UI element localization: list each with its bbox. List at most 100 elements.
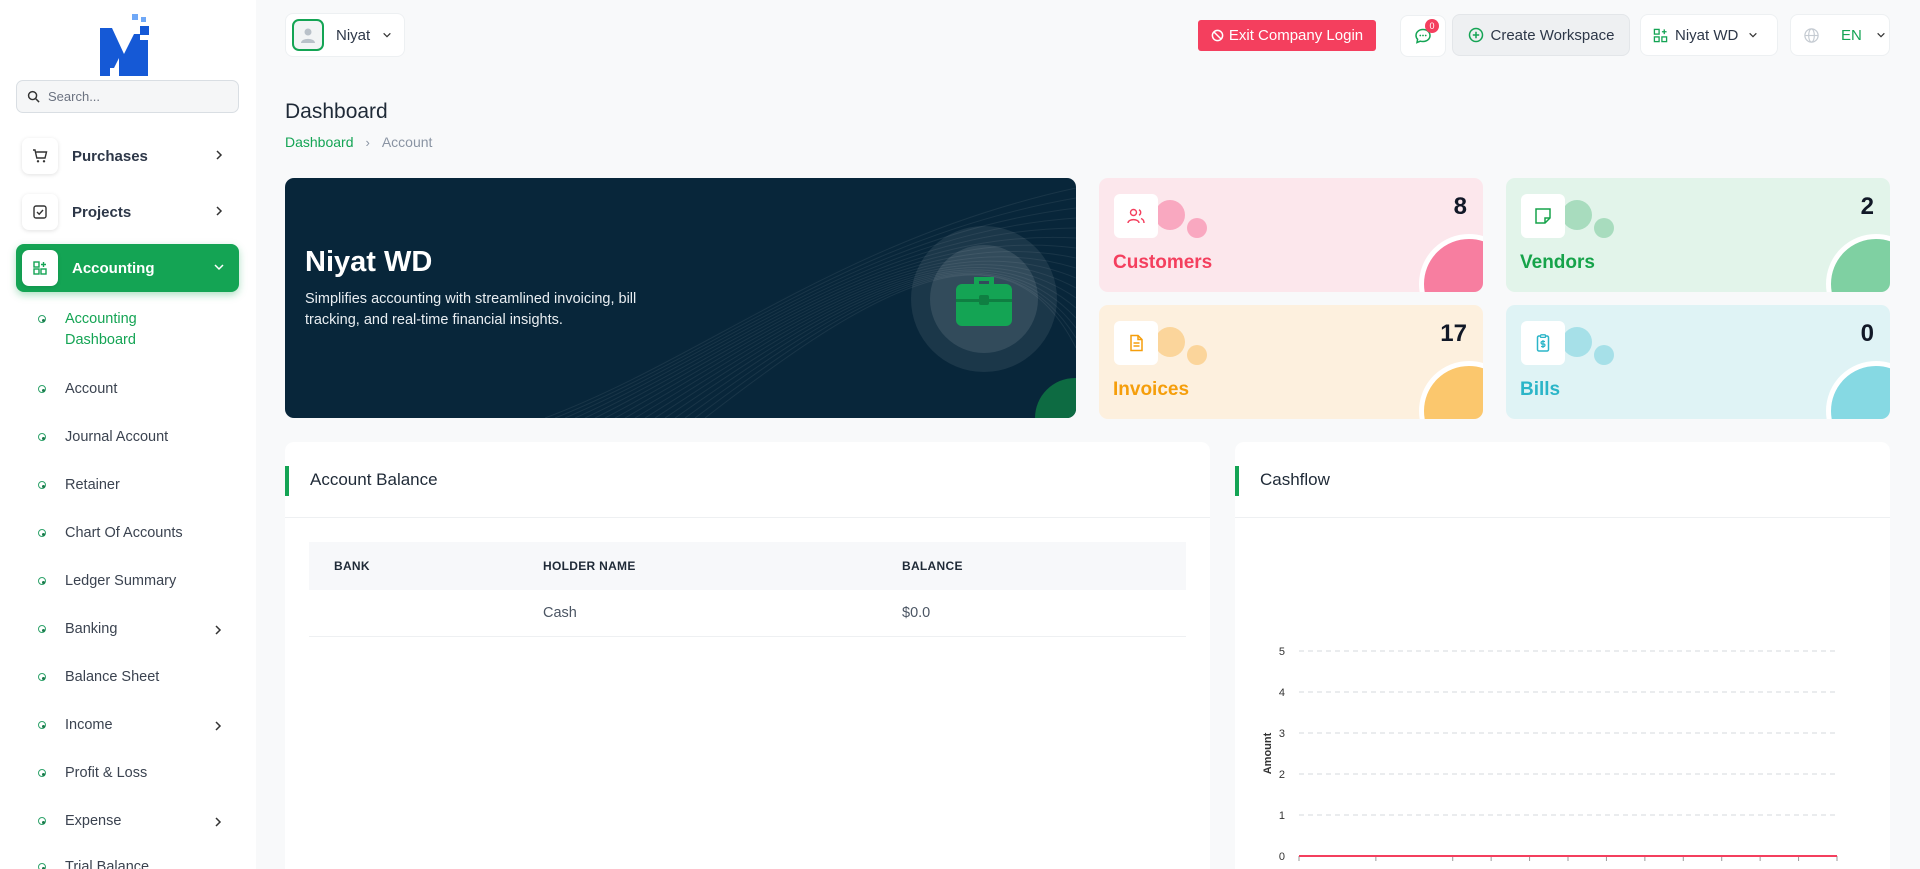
sidebar-item-purchases[interactable]: Purchases [16,132,239,180]
y-tick-label: 4 [1279,687,1285,699]
sidebar-subitem-ledger-summary[interactable]: Ledger Summary [38,572,238,592]
ban-icon [1211,29,1224,42]
sidebar-subitem-account[interactable]: Account [38,380,238,400]
table-row[interactable]: Cash $0.0 [309,590,1186,637]
decor-bubble [1594,218,1614,238]
account-balance-panel: Account Balance BANK HOLDER NAME BALANCE… [285,442,1210,869]
sidebar-subitem-label: Ledger Summary [65,573,177,589]
page-title: Dashboard [285,100,388,123]
cart-icon [22,138,58,174]
bullet-icon [38,817,46,825]
sidebar-subitem-expense[interactable]: Expense [38,812,238,832]
sidebar-subitem-label: Profit & Loss [65,765,148,781]
company-switcher[interactable]: Niyat WD [1640,14,1778,56]
breadcrumb: Dashboard › Account [285,134,432,150]
user-menu[interactable]: Niyat [285,13,405,57]
globe-icon [1804,27,1819,43]
hero-title: Niyat WD [305,246,433,278]
breadcrumb-home-link[interactable]: Dashboard [285,134,354,150]
invoices-count: 17 [1440,320,1467,347]
bills-count: 0 [1860,320,1874,347]
cashflow-chart: 01234504-Aug02-Aug31-Jul30-Jul29-Jul28-J… [1262,646,1838,863]
vendors-count: 2 [1860,193,1874,220]
sidebar-subitem-chart-of-accounts[interactable]: Chart Of Accounts [38,524,238,544]
cell-holder-name: Cash [518,590,877,637]
decor-bubble [1594,345,1614,365]
invoices-stat-card[interactable]: Invoices 17 [1099,305,1483,419]
panel-accent [285,466,289,496]
sidebar: Purchases Projects Accounting Accounting… [0,0,256,869]
bullet-icon [38,433,46,441]
bullet-icon [38,625,46,633]
chevron-down-icon [1877,32,1885,38]
sidebar-subitem-journal-account[interactable]: Journal Account [38,428,238,448]
search-input[interactable] [48,89,228,104]
customers-stat-card[interactable]: Customers 8 [1099,178,1483,292]
sticky-note-icon [1521,194,1565,238]
messages-button[interactable]: 0 [1400,15,1446,57]
sidebar-subitem-label: Balance Sheet [65,669,160,685]
briefcase-icon [956,277,1012,326]
exit-company-login-button[interactable]: Exit Company Login [1198,20,1376,51]
cell-bank [309,590,518,637]
chevron-down-icon [1749,32,1758,38]
language-switcher[interactable]: EN [1790,14,1890,56]
chevron-right-icon [215,817,222,827]
vendors-stat-card[interactable]: Vendors 2 [1506,178,1890,292]
breadcrumb-current: Account [381,134,433,150]
company-hero-card: Niyat WD Simplifies accounting with stre… [285,178,1076,418]
exit-company-login-label: Exit Company Login [1228,27,1364,44]
chevron-right-icon [216,150,223,160]
user-icon [301,28,315,43]
cashflow-title: Cashflow [1260,470,1330,489]
sidebar-subitem-profit-loss[interactable]: Profit & Loss [38,764,238,784]
users-icon [1114,194,1158,238]
language-code: EN [1841,26,1862,44]
decor-blob [1826,234,1890,292]
app-logo[interactable] [98,14,158,76]
sidebar-search[interactable] [16,80,239,113]
cashflow-panel: Cashflow 01234504-Aug02-Aug31-Jul30-Jul2… [1235,442,1890,869]
bullet-icon [38,529,46,537]
sidebar-subitem-trial-balance[interactable]: Trial Balance [38,858,238,869]
sidebar-subitem-accounting-dashboard[interactable]: Accounting Dashboard [38,310,238,351]
customers-count: 8 [1453,193,1467,220]
hero-icon-circle [930,245,1038,353]
panel-header: Account Balance [285,442,1210,518]
table-header-row: BANK HOLDER NAME BALANCE [309,542,1186,590]
decor-bubble [1562,200,1592,230]
column-header-holder-name[interactable]: HOLDER NAME [518,542,877,590]
sidebar-subitem-label: Chart Of Accounts [65,525,183,541]
column-header-bank[interactable]: BANK [309,542,518,590]
document-icon [1114,321,1158,365]
sidebar-subitem-banking[interactable]: Banking [38,620,238,640]
sidebar-item-accounting[interactable]: Accounting [16,244,239,292]
decor-bubble [1155,327,1185,357]
sidebar-subitem-label: Income [65,717,113,733]
create-workspace-button[interactable]: Create Workspace [1452,14,1630,56]
sidebar-subitem-retainer[interactable]: Retainer [38,476,238,496]
sidebar-item-label: Projects [72,203,132,221]
y-tick-label: 2 [1279,769,1285,781]
decor-blob [1419,361,1483,419]
receipt-icon [1521,321,1565,365]
chevron-right-icon [216,206,223,216]
sidebar-item-label: Accounting [72,259,155,277]
sidebar-subitem-label: Journal Account [65,429,169,445]
column-header-balance[interactable]: BALANCE [877,542,1186,590]
sidebar-subitem-label: Retainer [65,477,120,493]
chevron-down-icon [383,32,391,38]
decor-blob [1826,361,1890,419]
bills-stat-card[interactable]: Bills 0 [1506,305,1890,419]
bullet-icon [38,481,46,489]
y-tick-label: 3 [1279,728,1285,740]
sidebar-subitem-income[interactable]: Income [38,716,238,736]
message-count-badge: 0 [1425,19,1439,33]
sidebar-subitem-label: Banking [65,621,118,637]
chevron-right-icon [215,625,222,635]
vendors-label: Vendors [1520,252,1595,273]
sidebar-item-projects[interactable]: Projects [16,188,239,236]
sidebar-subitem-balance-sheet[interactable]: Balance Sheet [38,668,238,688]
bills-label: Bills [1520,379,1561,400]
account-balance-table: BANK HOLDER NAME BALANCE Cash $0.0 [309,542,1186,637]
